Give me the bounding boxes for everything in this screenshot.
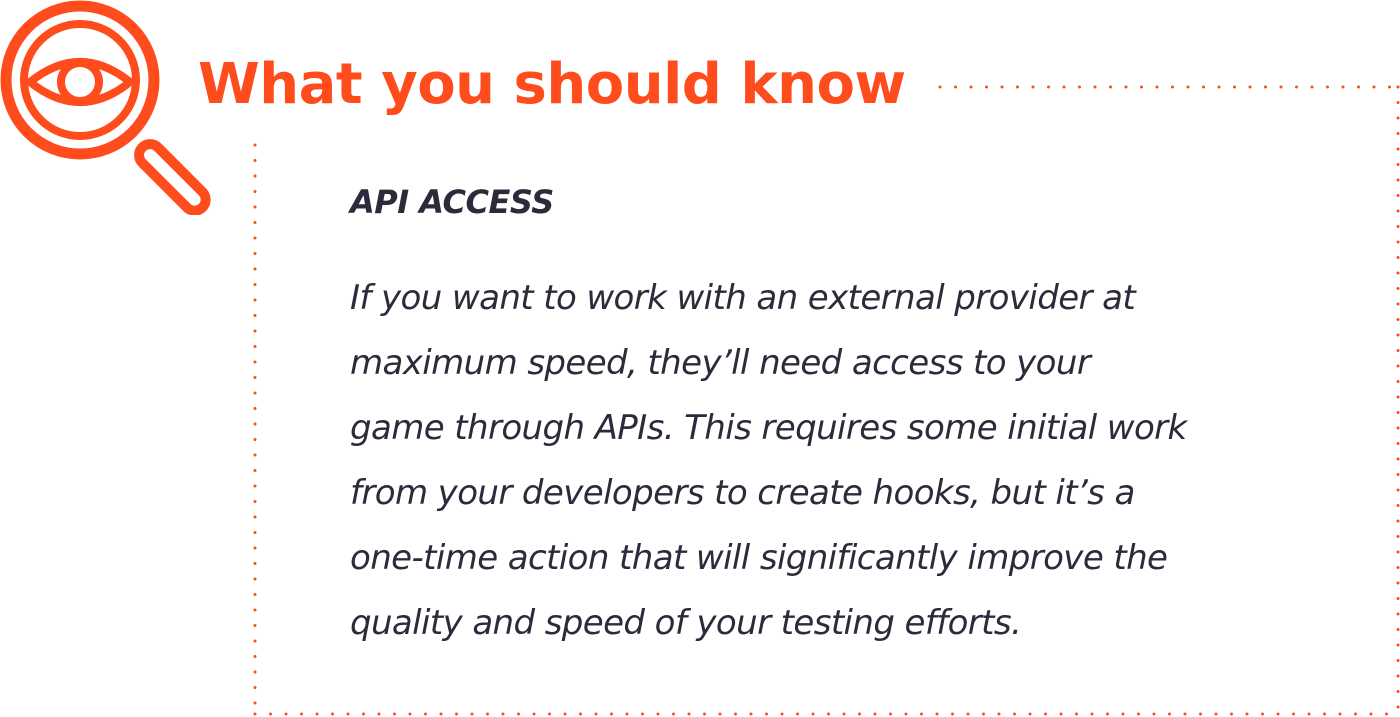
lens-inner-ring — [20, 20, 140, 140]
body-line: quality and speed of your testing effort… — [350, 603, 1022, 643]
section-heading: API ACCESS — [350, 183, 554, 221]
magnifier-handle — [134, 139, 211, 215]
section-body: If you want to work with an external pro… — [350, 266, 1360, 656]
eye-outline — [26, 58, 134, 106]
body-line: game through APIs. This requires some in… — [350, 408, 1187, 448]
body-line: maximum speed, they’ll need access to yo… — [350, 343, 1091, 383]
page-title: What you should know — [198, 52, 906, 117]
body-line: from your developers to create hooks, bu… — [350, 473, 1135, 513]
body-line: one-time action that will significantly … — [350, 538, 1168, 578]
eye-iris — [57, 59, 103, 105]
info-section: API ACCESS If you want to work with an e… — [350, 180, 1360, 656]
magnifying-glass-eye-icon — [0, 0, 211, 215]
body-line: If you want to work with an external pro… — [350, 278, 1136, 318]
